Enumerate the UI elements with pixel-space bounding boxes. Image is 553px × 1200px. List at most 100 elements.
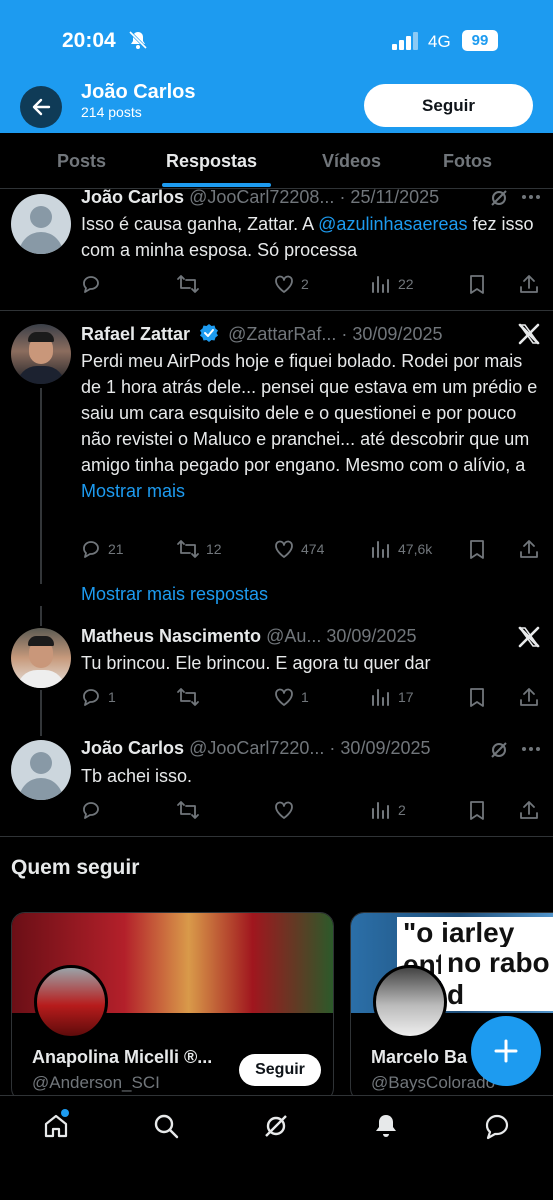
- like-icon: [275, 801, 293, 819]
- suggestion-name: Anapolina Micelli ®...: [32, 1047, 213, 1067]
- more-icon[interactable]: [521, 194, 541, 200]
- reply-button[interactable]: 21: [80, 537, 124, 561]
- follow-suggestion-button[interactable]: Seguir: [239, 1054, 321, 1086]
- notifications-icon: [376, 1115, 396, 1137]
- share-button[interactable]: [518, 798, 540, 822]
- bookmark-button[interactable]: [467, 272, 487, 296]
- retweet-icon: [177, 688, 199, 706]
- avatar[interactable]: [34, 965, 108, 1039]
- follow-button[interactable]: Seguir: [364, 84, 533, 127]
- suggestion-name: Marcelo Ba: [371, 1047, 468, 1067]
- x-logo-icon[interactable]: [518, 626, 540, 648]
- divider: [0, 310, 553, 311]
- author-name[interactable]: Rafael Zattar: [81, 324, 190, 344]
- share-icon: [520, 540, 538, 558]
- nav-notifications[interactable]: [370, 1110, 402, 1142]
- post-item[interactable]: Matheus Nascimento @Au... 30/09/2025 Tu …: [0, 624, 553, 724]
- bookmark-button[interactable]: [467, 798, 487, 822]
- bell-off-icon: [128, 30, 148, 55]
- show-more-replies-link[interactable]: Mostrar mais respostas: [81, 584, 268, 605]
- post-item[interactable]: João Carlos @JooCarl7220... · 30/09/2025…: [0, 738, 553, 834]
- avatar[interactable]: [11, 628, 71, 688]
- post-item[interactable]: Rafael Zattar @ZattarRaf... · 30/09/2025…: [0, 320, 553, 580]
- reply-icon: [83, 802, 99, 819]
- follow-suggestion-card[interactable]: Anapolina Micelli ®... @Anderson_SCI Seg…: [11, 912, 334, 1102]
- views-button[interactable]: 2: [370, 798, 406, 822]
- post-text: Tu brincou. Ele brincou. E agora tu quer…: [81, 653, 431, 673]
- share-button[interactable]: [518, 685, 540, 709]
- reply-icon: [83, 541, 99, 558]
- post-date: · 30/09/2025: [329, 738, 431, 758]
- retweet-button[interactable]: 12: [176, 537, 222, 561]
- tab-videos[interactable]: Vídeos: [322, 151, 381, 172]
- nav-search[interactable]: [150, 1110, 182, 1142]
- views-icon: [372, 276, 389, 293]
- messages-icon: [485, 1114, 509, 1140]
- share-icon: [520, 801, 538, 819]
- post-date: · 30/09/2025: [341, 324, 443, 344]
- bookmark-button[interactable]: [467, 537, 487, 561]
- bookmark-button[interactable]: [467, 685, 487, 709]
- tab-respostas[interactable]: Respostas: [166, 151, 257, 172]
- post-item[interactable]: João Carlos @JooCarl72208... · 25/11/202…: [0, 187, 553, 310]
- retweet-icon: [177, 801, 199, 819]
- retweet-button[interactable]: [176, 272, 206, 296]
- reply-button[interactable]: [80, 798, 108, 822]
- who-to-follow-title: Quem seguir: [11, 856, 140, 879]
- more-icon[interactable]: [521, 746, 541, 752]
- mention-link[interactable]: @azulinhasaereas: [318, 214, 467, 234]
- suggestion-handle: @BaysColorado: [371, 1073, 496, 1092]
- author-name[interactable]: João Carlos: [81, 187, 184, 207]
- search-icon: [154, 1114, 179, 1139]
- nav-grok[interactable]: [260, 1110, 292, 1142]
- banner-caption: no rabo d: [441, 947, 553, 1011]
- like-button[interactable]: [273, 798, 301, 822]
- avatar[interactable]: [11, 194, 71, 254]
- back-button[interactable]: [20, 86, 62, 128]
- like-icon: [275, 688, 293, 706]
- x-logo-icon[interactable]: [518, 323, 540, 345]
- profile-tabs: Posts Respostas Vídeos Fotos: [0, 133, 553, 189]
- profile-post-count: 214 posts: [81, 104, 142, 120]
- notification-dot: [61, 1109, 69, 1117]
- post-text: Isso é causa ganha, Zattar. A @azulinhas…: [81, 214, 534, 260]
- retweet-button[interactable]: [176, 798, 206, 822]
- thread-line: [40, 606, 42, 626]
- status-bar: 20:04 4G 99: [0, 0, 553, 80]
- avatar[interactable]: [373, 965, 447, 1039]
- retweet-icon: [177, 275, 199, 293]
- post-actions: 1 1 17: [80, 685, 550, 709]
- reply-button[interactable]: [80, 272, 108, 296]
- share-icon: [520, 275, 538, 293]
- post-text: Tb achei isso.: [81, 766, 193, 786]
- author-handle: @JooCarl7220...: [189, 738, 325, 758]
- reply-button[interactable]: 1: [80, 685, 116, 709]
- compose-button[interactable]: [471, 1016, 541, 1086]
- bookmark-icon: [470, 801, 484, 820]
- retweet-button[interactable]: [176, 685, 206, 709]
- views-button[interactable]: 47,6k: [370, 537, 432, 561]
- show-more-link[interactable]: Mostrar mais: [81, 481, 185, 501]
- views-icon: [372, 802, 389, 819]
- grok-icon[interactable]: [489, 188, 509, 208]
- avatar[interactable]: [11, 740, 71, 800]
- network-type: 4G: [428, 32, 451, 51]
- share-button[interactable]: [518, 537, 540, 561]
- like-icon: [275, 275, 293, 293]
- post-date: 30/09/2025: [326, 626, 417, 646]
- grok-icon[interactable]: [489, 740, 509, 760]
- grok-icon: [265, 1115, 287, 1137]
- author-name[interactable]: João Carlos: [81, 738, 184, 758]
- views-button[interactable]: 22: [370, 272, 414, 296]
- like-button[interactable]: 1: [273, 685, 309, 709]
- author-name[interactable]: Matheus Nascimento: [81, 626, 261, 646]
- views-button[interactable]: 17: [370, 685, 414, 709]
- like-button[interactable]: 2: [273, 272, 309, 296]
- tab-fotos[interactable]: Fotos: [443, 151, 492, 172]
- like-button[interactable]: 474: [273, 537, 324, 561]
- avatar[interactable]: [11, 324, 71, 384]
- status-time: 20:04: [62, 29, 116, 52]
- share-button[interactable]: [518, 272, 540, 296]
- nav-messages[interactable]: [481, 1110, 513, 1142]
- tab-posts[interactable]: Posts: [57, 151, 106, 172]
